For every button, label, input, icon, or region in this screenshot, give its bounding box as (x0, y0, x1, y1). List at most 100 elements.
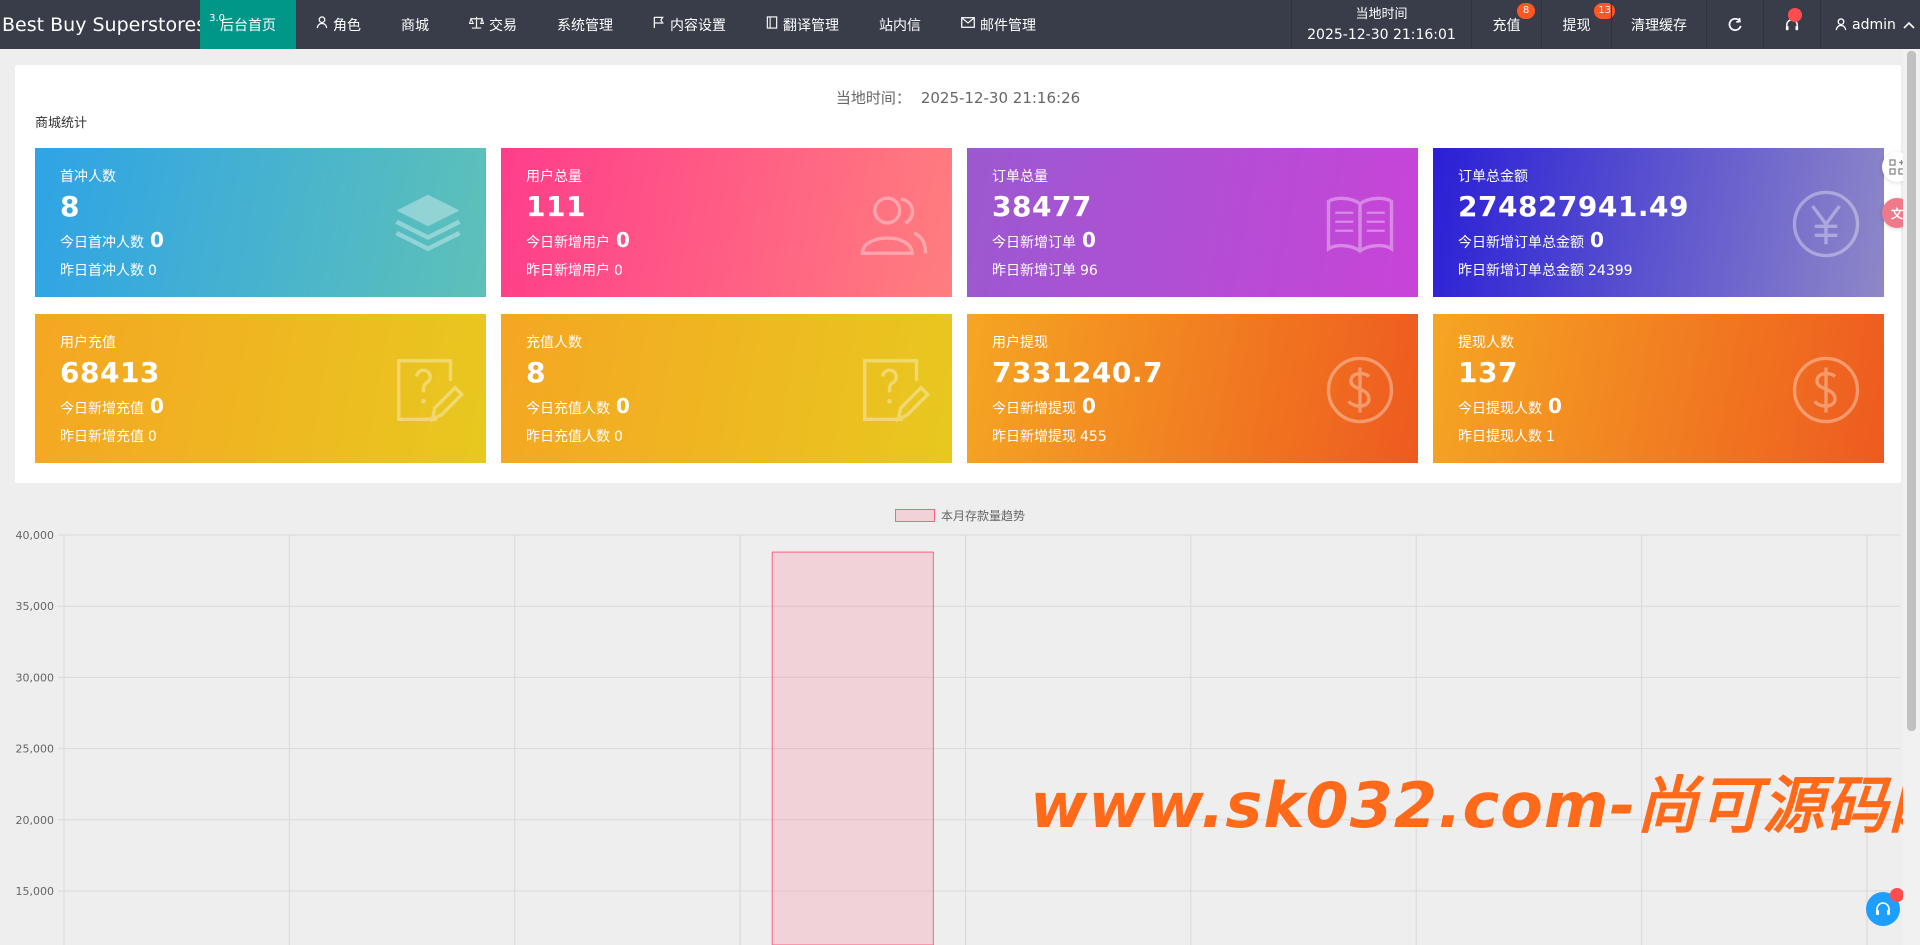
nav-role[interactable]: 角色 (296, 0, 381, 49)
stat-card-today: 今日新增充值 0 (60, 394, 164, 418)
page-scrollbar[interactable] (1903, 49, 1920, 945)
stat-card-value: 137 (1458, 356, 1518, 389)
stat-card-yesterday-value: 96 (1080, 263, 1098, 279)
edit-doc-icon (392, 354, 465, 426)
nav-label: 站内信 (879, 17, 921, 34)
stat-card-yesterday: 昨日新增订单总金额 24399 (1458, 260, 1633, 280)
user-icon (1835, 18, 1847, 31)
chart-y-tick-label: 30,000 (16, 671, 55, 684)
stat-card-value: 8 (526, 356, 546, 389)
stat-card-today-value: 0 (616, 228, 630, 252)
nav-message[interactable]: 站内信 (859, 0, 941, 49)
withdraw-button[interactable]: 提现 13 (1541, 0, 1615, 49)
stat-card-yesterday: 昨日新增提现 455 (992, 426, 1107, 446)
recharge-label: 充值 (1492, 17, 1521, 34)
stat-card: 提现人数 137 今日提现人数 0 昨日提现人数 1 (1433, 314, 1884, 463)
stat-card: 订单总量 38477 今日新增订单 0 昨日新增订单 96 (967, 148, 1418, 297)
brand-name: Best Buy Superstores (2, 13, 207, 36)
watermark-text: www.sk032.com-尚可源码网 (1030, 769, 1920, 842)
recharge-button[interactable]: 充值 8 (1471, 0, 1541, 49)
clear-cache-button[interactable]: 清理缓存 (1611, 0, 1706, 49)
nav-home[interactable]: 后台首页 (200, 0, 296, 49)
support-notify-dot (1788, 8, 1802, 22)
withdraw-label: 提现 (1562, 17, 1591, 34)
nav-label: 交易 (489, 17, 517, 34)
book-icon (766, 16, 778, 33)
stat-card: 订单总金额 274827941.49 今日新增订单总金额 0 昨日新增订单总金额 2439… (1433, 148, 1884, 297)
stat-card-today: 今日新增订单 0 (992, 228, 1096, 252)
panel-time-label: 当地时间： (835, 89, 911, 107)
panel-title: 商城统计 (35, 116, 88, 131)
translate-icon: 文 (1890, 206, 1903, 221)
scale-icon (468, 16, 485, 33)
stat-card-yesterday-value: 0 (614, 263, 623, 279)
panel-local-time: 当地时间： 2025-12-30 21:16:26 (15, 87, 1901, 108)
user-menu[interactable]: admin (1820, 0, 1920, 49)
nav-label: 内容设置 (670, 17, 726, 34)
stat-card-yesterday-label: 昨日新增提现 (992, 429, 1076, 445)
stat-card-title: 首冲人数 (60, 169, 116, 185)
yen-icon (1790, 188, 1862, 260)
nav-label: 后台首页 (220, 17, 276, 34)
nav-translate[interactable]: 翻译管理 (746, 0, 859, 49)
stat-card: 用户提现 7331240.7 今日新增提现 0 昨日新增提现 455 (967, 314, 1418, 463)
stat-card-today: 今日新增提现 0 (992, 394, 1096, 418)
stat-card-value: 8 (60, 190, 80, 223)
nav-mail[interactable]: 邮件管理 (941, 0, 1056, 49)
nav-content[interactable]: 内容设置 (633, 0, 746, 49)
refresh-button[interactable] (1706, 0, 1763, 49)
deposit-chart: 本月存款量趋势 40,000 35,000 30,000 25,000 20,000 15… (0, 495, 1920, 945)
stat-card-today: 今日新增订单总金额 0 (1458, 228, 1604, 252)
stat-card-title: 用户总量 (526, 169, 582, 185)
stat-card-title: 充值人数 (526, 335, 582, 351)
header-time-value: 2025-12-30 21:16:01 (1307, 26, 1456, 43)
chart-y-tick-label: 35,000 (16, 600, 55, 613)
stat-card-today-value: 0 (1082, 394, 1096, 418)
dollar-icon (1324, 354, 1396, 426)
nav-trade[interactable]: 交易 (449, 0, 537, 49)
stat-card-yesterday-label: 昨日新增用户 (526, 263, 610, 279)
stat-card-value: 68413 (60, 356, 160, 389)
dollar-icon (1790, 354, 1862, 426)
stat-card-today-label: 今日新增充值 (60, 401, 144, 417)
book-open-icon (1324, 188, 1396, 260)
chart-y-tick-label: 20,000 (16, 814, 55, 827)
stat-card-yesterday: 昨日充值人数 0 (526, 426, 623, 446)
stat-card-title: 提现人数 (1458, 335, 1514, 351)
user-name: admin (1852, 16, 1896, 33)
nav-mall[interactable]: 商城 (381, 0, 449, 49)
brand-logo[interactable]: Best Buy Superstores 3.0 (0, 0, 225, 49)
main-nav: 后台首页 角色 商城 交易 系统管理 内容设置 翻译管理 站内信 邮件管理 (200, 0, 1056, 49)
support-button[interactable] (1763, 0, 1820, 49)
layers-icon (392, 188, 464, 260)
stat-card: 首冲人数 8 今日首冲人数 0 昨日首冲人数 0 (35, 148, 486, 297)
header-time-label: 当地时间 (1355, 6, 1408, 22)
chart-canvas: 40,000 35,000 30,000 25,000 20,000 15,000 (16, 529, 1900, 945)
stat-card: 用户充值 68413 今日新增充值 0 昨日新增充值 0 (35, 314, 486, 463)
edit-doc-icon (858, 354, 931, 426)
stat-card-value: 274827941.49 (1458, 190, 1689, 223)
flag-icon (653, 16, 665, 33)
headset-icon (1876, 902, 1890, 915)
nav-label: 翻译管理 (783, 17, 839, 34)
scrollbar-thumb[interactable] (1907, 51, 1916, 731)
chart-bar[interactable] (771, 551, 934, 945)
user-icon (316, 16, 328, 33)
stat-card-yesterday: 昨日新增用户 0 (526, 260, 623, 280)
stat-card-yesterday-value: 0 (614, 429, 623, 445)
stat-card-today-value: 0 (150, 394, 164, 418)
nav-system[interactable]: 系统管理 (537, 0, 633, 49)
stat-card-today-value: 0 (1548, 394, 1562, 418)
stat-card-value: 38477 (992, 190, 1092, 223)
stat-card-yesterday: 昨日首冲人数 0 (60, 260, 157, 280)
stat-card-today-label: 今日首冲人数 (60, 235, 144, 251)
recharge-badge: 8 (1517, 3, 1535, 19)
stat-card-title: 用户提现 (992, 335, 1048, 351)
help-button[interactable] (1866, 888, 1904, 926)
mail-icon (961, 17, 975, 32)
stat-card-today: 今日充值人数 0 (526, 394, 630, 418)
stat-card-yesterday: 昨日新增充值 0 (60, 426, 157, 446)
stat-card-title: 订单总量 (992, 169, 1048, 185)
stat-card-today: 今日新增用户 0 (526, 228, 630, 252)
stat-card-yesterday-value: 0 (148, 263, 157, 279)
